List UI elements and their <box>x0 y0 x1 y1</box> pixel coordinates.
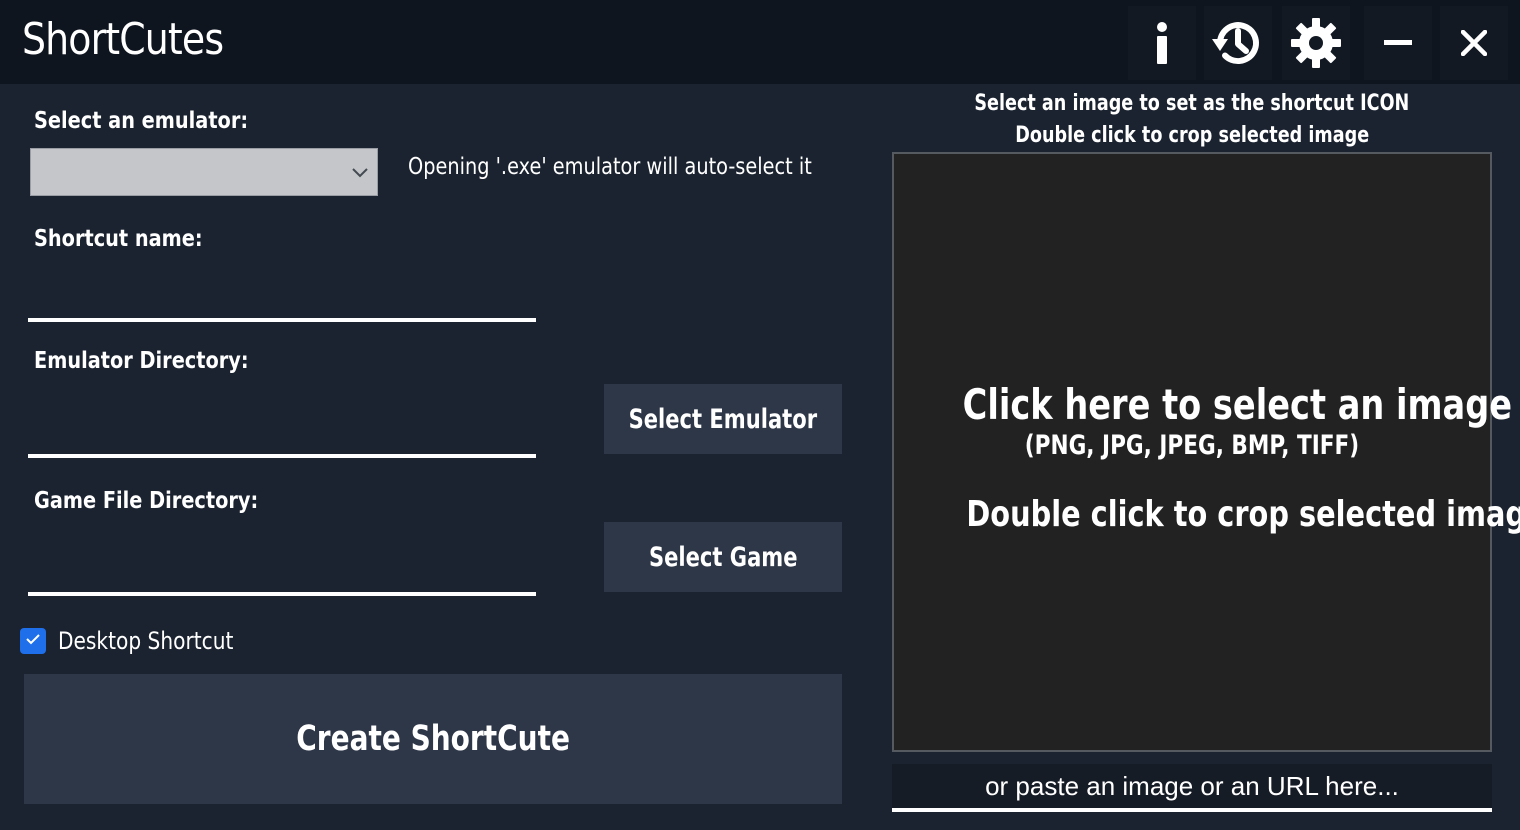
drop-area-crop-hint: Double click to crop selected image <box>966 494 1520 535</box>
title-bar[interactable]: ShortCutes <box>0 0 1520 84</box>
emulator-label: Select an emulator: <box>34 108 249 134</box>
create-shortcute-label: Create ShortCute <box>296 719 570 759</box>
minimize-icon <box>1384 40 1412 46</box>
info-icon <box>1152 21 1172 65</box>
minimize-button[interactable] <box>1364 6 1432 80</box>
drop-area-formats: (PNG, JPG, JPEG, BMP, TIFF) <box>1024 430 1360 461</box>
desktop-shortcut-label[interactable]: Desktop Shortcut <box>58 627 233 655</box>
image-header-line1: Select an image to set as the shortcut I… <box>974 91 1410 116</box>
emulator-dropdown[interactable] <box>30 148 378 196</box>
game-directory-input[interactable] <box>28 552 536 596</box>
app-title: ShortCutes <box>22 14 224 65</box>
game-directory-label: Game File Directory: <box>34 488 259 514</box>
image-drop-area[interactable]: Click here to select an image (PNG, JPG,… <box>892 152 1520 752</box>
image-header-line2: Double click to crop selected image <box>1015 123 1369 148</box>
image-panel-header: Select an image to set as the shortcut I… <box>892 88 1492 152</box>
select-game-label: Select Game <box>648 541 798 573</box>
info-button[interactable] <box>1128 6 1196 80</box>
close-icon <box>1461 30 1487 56</box>
desktop-shortcut-checkbox[interactable] <box>20 628 46 654</box>
image-url-input[interactable] <box>892 764 1492 812</box>
emulator-hint: Opening '.exe' emulator will auto-select… <box>408 154 812 180</box>
emulator-directory-input[interactable] <box>28 414 536 458</box>
drop-area-title: Click here to select an image <box>962 380 1513 429</box>
app-window: ShortCutes Select an emulator: Opening '… <box>0 0 1520 830</box>
select-game-button[interactable]: Select Game <box>604 522 842 592</box>
history-button[interactable] <box>1204 6 1272 80</box>
history-icon <box>1208 13 1268 73</box>
settings-button[interactable] <box>1282 6 1350 80</box>
shortcut-name-label: Shortcut name: <box>34 226 203 252</box>
close-button[interactable] <box>1440 6 1508 80</box>
select-emulator-button[interactable]: Select Emulator <box>604 384 842 454</box>
shortcut-name-input[interactable] <box>28 278 536 322</box>
checkmark-icon <box>25 632 41 651</box>
chevron-down-icon <box>351 165 369 183</box>
emulator-directory-label: Emulator Directory: <box>34 348 249 374</box>
create-shortcute-button[interactable]: Create ShortCute <box>24 674 842 804</box>
gear-icon <box>1290 17 1342 69</box>
select-emulator-label: Select Emulator <box>628 403 818 435</box>
